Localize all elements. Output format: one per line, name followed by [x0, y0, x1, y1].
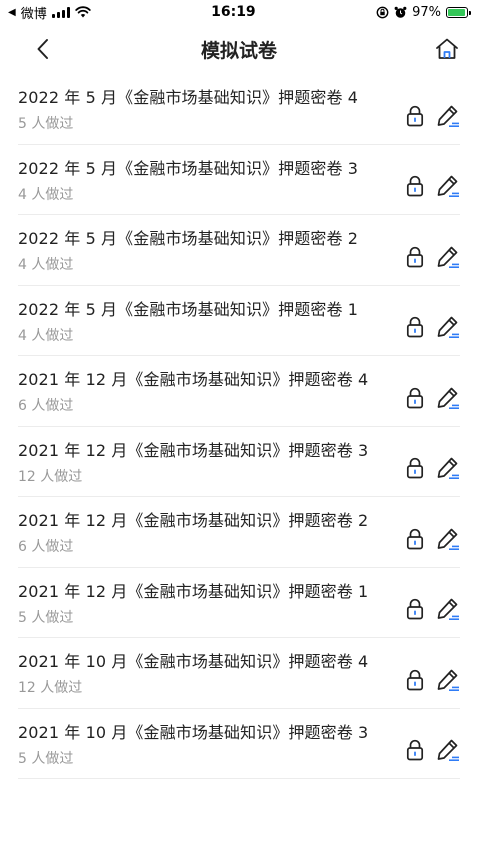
chevron-left-icon: [37, 39, 48, 59]
paper-text: 2021 年 12 月《金融市场基础知识》押题密卷 1 5 人做过: [18, 578, 368, 627]
paper-actions: [406, 301, 460, 339]
lock-icon[interactable]: [406, 669, 424, 691]
carrier-label: 微博: [20, 6, 47, 22]
paper-text: 2022 年 5 月《金融市场基础知识》押题密卷 1 4 人做过: [18, 296, 358, 345]
paper-count: 12 人做过: [18, 680, 83, 697]
paper-title: 2021 年 12 月《金融市场基础知识》押题密卷 3: [18, 440, 369, 460]
paper-title: 2022 年 5 月《金融市场基础知识》押题密卷 4: [18, 88, 359, 108]
page-title: 模拟试卷: [200, 39, 277, 62]
paper-actions: [406, 90, 460, 128]
pencil-icon[interactable]: [436, 386, 460, 410]
lock-icon[interactable]: [406, 457, 424, 479]
paper-actions: [406, 372, 460, 410]
status-time: 16:19: [211, 4, 256, 20]
paper-count: 5 人做过: [18, 116, 74, 133]
lock-icon[interactable]: [406, 175, 424, 197]
paper-title: 2022 年 5 月《金融市场基础知识》押题密卷 3: [18, 158, 359, 178]
pencil-icon[interactable]: [436, 597, 460, 621]
paper-actions: [406, 513, 460, 551]
paper-title: 2021 年 10 月《金融市场基础知识》押题密卷 3: [18, 722, 369, 742]
paper-list-item[interactable]: 2021 年 12 月《金融市场基础知识》押题密卷 4 6 人做过: [18, 356, 460, 427]
paper-actions: [406, 654, 460, 692]
paper-actions: [406, 583, 460, 621]
paper-title: 2021 年 10 月《金融市场基础知识》押题密卷 4: [18, 652, 369, 672]
paper-count: 4 人做过: [18, 186, 74, 203]
pencil-icon[interactable]: [436, 668, 460, 692]
paper-title: 2021 年 12 月《金融市场基础知识》押题密卷 1: [18, 581, 369, 601]
paper-actions: [406, 724, 460, 762]
lock-icon[interactable]: [406, 246, 424, 268]
paper-count: 6 人做过: [18, 398, 74, 415]
paper-text: 2022 年 5 月《金融市场基础知识》押题密卷 4 5 人做过: [18, 84, 358, 133]
pencil-icon[interactable]: [436, 174, 460, 198]
rotation-lock-icon: [376, 6, 389, 18]
pencil-icon[interactable]: [436, 456, 460, 480]
wifi-icon: [75, 6, 91, 18]
paper-count: 12 人做过: [18, 468, 83, 485]
battery-percent: 97%: [412, 4, 441, 20]
paper-text: 2022 年 5 月《金融市场基础知识》押题密卷 2 4 人做过: [18, 225, 358, 274]
back-to-app-icon[interactable]: ◀: [8, 7, 16, 18]
paper-title: 2021 年 12 月《金融市场基础知识》押题密卷 4: [18, 370, 369, 390]
paper-list-item[interactable]: 2021 年 10 月《金融市场基础知识》押题密卷 4 12 人做过: [18, 638, 460, 709]
signal-icon: [51, 6, 70, 18]
nav-bar: 模拟试卷: [0, 24, 478, 74]
battery-icon: [445, 6, 471, 18]
status-right: 97%: [376, 4, 471, 20]
paper-count: 5 人做过: [18, 750, 74, 767]
pencil-icon[interactable]: [436, 738, 460, 762]
paper-count: 4 人做过: [18, 257, 74, 274]
paper-list-item[interactable]: 2021 年 10 月《金融市场基础知识》押题密卷 3 5 人做过: [18, 709, 460, 779]
paper-title: 2022 年 5 月《金融市场基础知识》押题密卷 1: [18, 299, 359, 319]
paper-actions: [406, 442, 460, 480]
status-left: ◀ 微博: [8, 3, 91, 22]
home-button[interactable]: [432, 34, 462, 64]
paper-list: 2022 年 5 月《金融市场基础知识》押题密卷 4 5 人做过 2022 年 …: [0, 74, 478, 779]
paper-actions: [406, 231, 460, 269]
lock-icon[interactable]: [406, 598, 424, 620]
battery-fill: [447, 8, 466, 16]
paper-text: 2021 年 10 月《金融市场基础知识》押题密卷 3 5 人做过: [18, 719, 368, 768]
paper-title: 2022 年 5 月《金融市场基础知识》押题密卷 2: [18, 229, 359, 249]
paper-list-item[interactable]: 2022 年 5 月《金融市场基础知识》押题密卷 2 4 人做过: [18, 215, 460, 286]
paper-list-item[interactable]: 2022 年 5 月《金融市场基础知识》押题密卷 4 5 人做过: [18, 74, 460, 145]
lock-icon[interactable]: [406, 387, 424, 409]
paper-actions: [406, 160, 460, 198]
paper-list-item[interactable]: 2021 年 12 月《金融市场基础知识》押题密卷 1 5 人做过: [18, 568, 460, 638]
lock-icon[interactable]: [406, 316, 424, 338]
pencil-icon[interactable]: [436, 245, 460, 269]
paper-text: 2022 年 5 月《金融市场基础知识》押题密卷 3 4 人做过: [18, 155, 358, 204]
paper-list-item[interactable]: 2022 年 5 月《金融市场基础知识》押题密卷 3 4 人做过: [18, 145, 460, 215]
paper-count: 5 人做过: [18, 609, 74, 626]
home-icon: [436, 38, 458, 59]
paper-count: 6 人做过: [18, 539, 74, 556]
status-bar: ◀ 微博 16:19 97%: [0, 0, 478, 24]
paper-count: 4 人做过: [18, 327, 74, 344]
pencil-icon[interactable]: [436, 104, 460, 128]
paper-text: 2021 年 10 月《金融市场基础知识》押题密卷 4 12 人做过: [18, 648, 368, 697]
paper-list-item[interactable]: 2021 年 12 月《金融市场基础知识》押题密卷 3 12 人做过: [18, 427, 460, 497]
paper-text: 2021 年 12 月《金融市场基础知识》押题密卷 4 6 人做过: [18, 366, 368, 415]
paper-text: 2021 年 12 月《金融市场基础知识》押题密卷 3 12 人做过: [18, 437, 368, 486]
paper-text: 2021 年 12 月《金融市场基础知识》押题密卷 2 6 人做过: [18, 507, 368, 556]
back-button[interactable]: [28, 34, 58, 64]
pencil-icon[interactable]: [436, 527, 460, 551]
paper-title: 2021 年 12 月《金融市场基础知识》押题密卷 2: [18, 511, 369, 531]
pencil-icon[interactable]: [436, 315, 460, 339]
lock-icon[interactable]: [406, 739, 424, 761]
paper-list-item[interactable]: 2021 年 12 月《金融市场基础知识》押题密卷 2 6 人做过: [18, 497, 460, 568]
paper-list-item[interactable]: 2022 年 5 月《金融市场基础知识》押题密卷 1 4 人做过: [18, 286, 460, 356]
alarm-icon: [394, 6, 407, 18]
lock-icon[interactable]: [406, 105, 424, 127]
lock-icon[interactable]: [406, 528, 424, 550]
